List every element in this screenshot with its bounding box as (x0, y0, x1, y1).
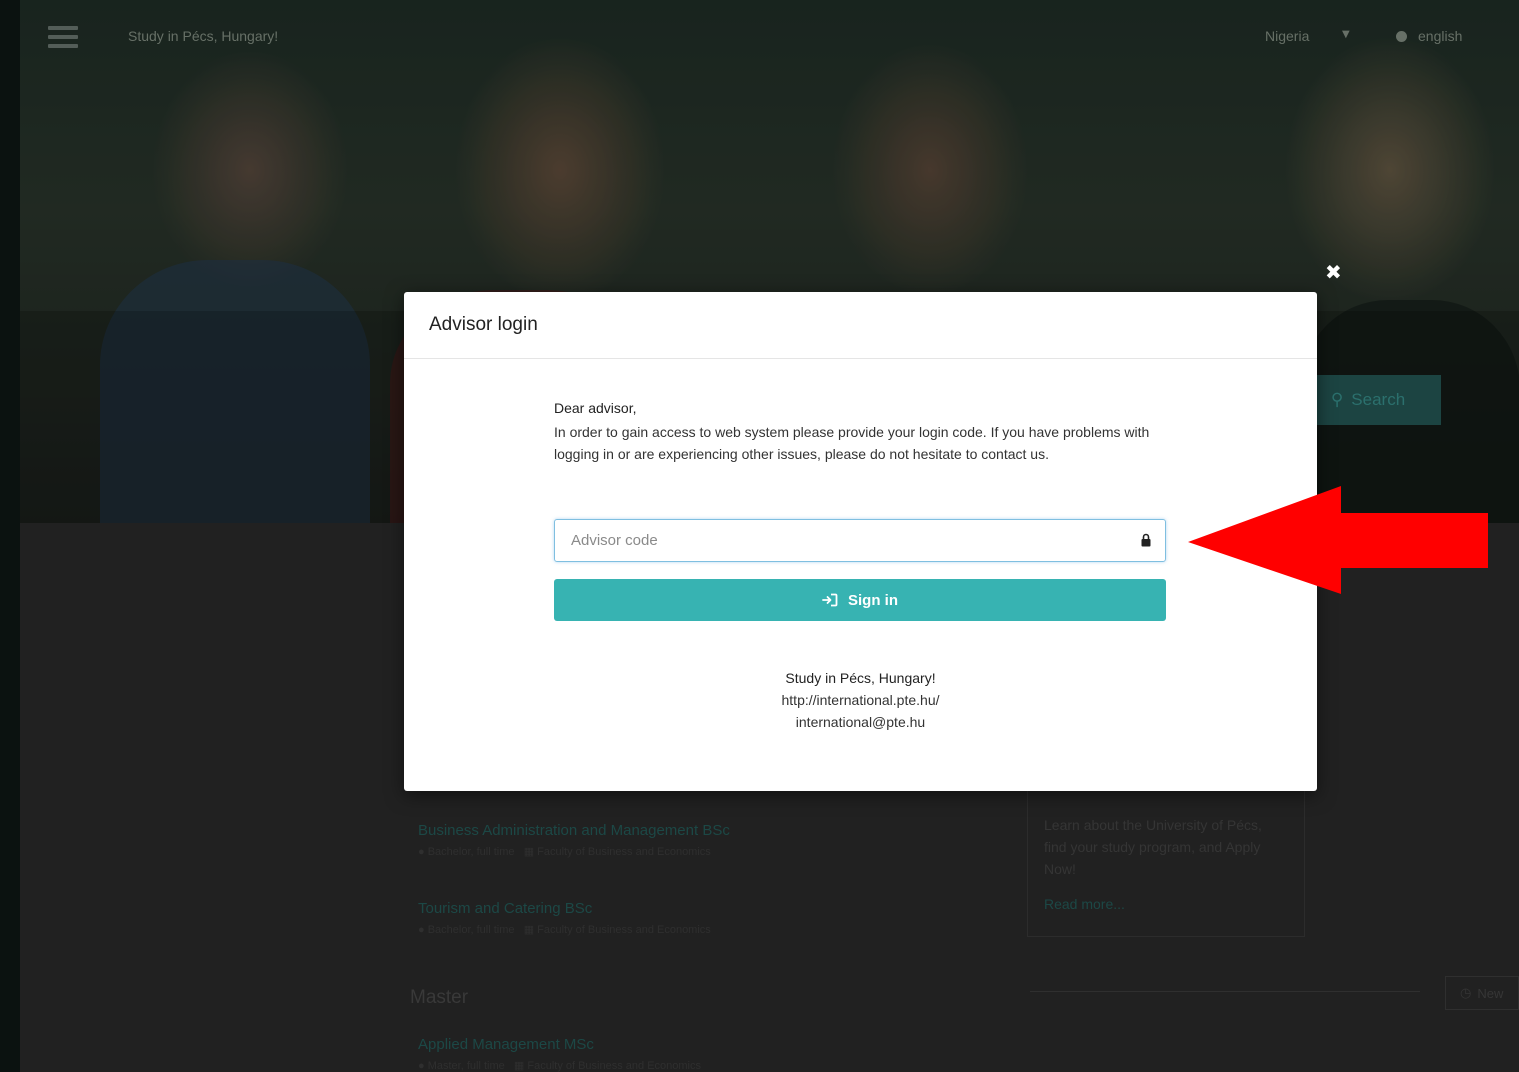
sign-in-button[interactable]: Sign in (554, 579, 1166, 621)
sign-in-label: Sign in (848, 591, 898, 609)
close-icon[interactable]: ✖ (1325, 260, 1342, 284)
modal-title: Advisor login (429, 314, 538, 335)
red-arrow-annotation (1188, 486, 1488, 594)
modal-header: Advisor login (404, 292, 1317, 359)
footer-email-link[interactable]: international@pte.hu (404, 714, 1317, 730)
footer-name: Study in Pécs, Hungary! (785, 670, 936, 686)
footer-url-link[interactable]: http://international.pte.hu/ (404, 692, 1317, 708)
advisor-login-modal: Advisor login Dear advisor, In order to … (404, 292, 1317, 791)
page: Study in Pécs, Hungary! Nigeria ▼ englis… (0, 0, 1519, 1072)
lock-icon (1141, 533, 1151, 547)
advisor-code-input[interactable] (571, 520, 1131, 561)
instructions-text: In order to gain access to web system pl… (554, 424, 1150, 462)
advisor-code-field[interactable] (554, 519, 1166, 562)
sign-in-icon (822, 593, 838, 607)
greeting-text: Dear advisor, (554, 400, 637, 416)
